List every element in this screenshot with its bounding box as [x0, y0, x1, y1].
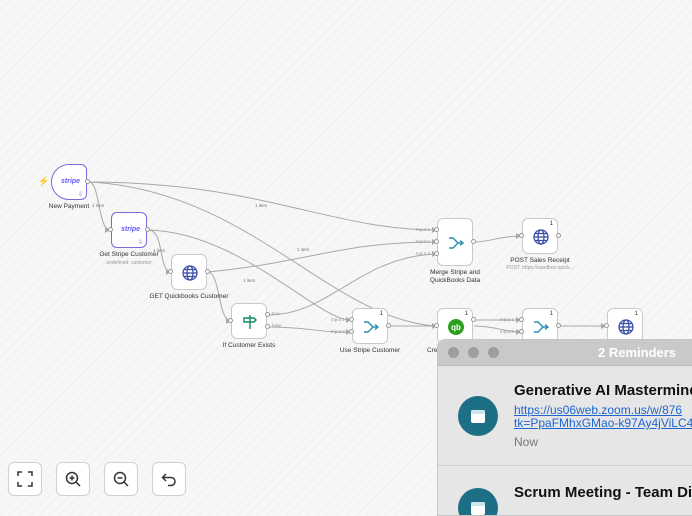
input-port[interactable]: [434, 251, 439, 256]
edge-label: 1 item: [297, 247, 310, 252]
output-port-true[interactable]: [265, 312, 270, 317]
signpost-icon: [243, 315, 257, 329]
true-branch-label: true: [272, 311, 280, 316]
pin-icon: ⇩: [78, 192, 84, 198]
input-label: Input 1: [500, 317, 514, 322]
input-port[interactable]: [168, 269, 173, 274]
fit-view-button[interactable]: [8, 462, 42, 496]
input-port[interactable]: [519, 317, 524, 322]
edge-label: 1 item: [255, 203, 268, 208]
input-label: Input 2: [416, 239, 430, 244]
node-label: Use Stripe Customer: [339, 347, 401, 354]
zoom-out-button[interactable]: [104, 462, 138, 496]
edge-getqb-merge: [207, 241, 438, 273]
node-label: POST Sales Receipt: [510, 257, 570, 264]
edge-label: 1 item: [243, 278, 256, 283]
calendar-icon: [458, 488, 498, 515]
node-label: Get Stripe Customer: [99, 251, 159, 258]
reminders-window[interactable]: 2 Reminders Generative AI Mastermind htt…: [437, 339, 692, 516]
input-port[interactable]: [108, 227, 113, 232]
node-label: If Customer Exists: [222, 342, 276, 349]
node-subtitle: undefined: customer: [106, 260, 152, 266]
item-count-badge: 1: [634, 311, 638, 317]
input-port[interactable]: [604, 323, 609, 328]
zoom-out-icon: [113, 471, 129, 487]
node-get-stripe-customer[interactable]: stripe ⇩: [111, 212, 147, 248]
edge-merge-post: [473, 235, 522, 243]
svg-text:qb: qb: [451, 323, 461, 332]
reminder-title: Generative AI Mastermind: [514, 382, 692, 399]
node-label: New Payment: [48, 203, 90, 210]
input-label: Input 1: [416, 227, 430, 232]
globe-icon: [533, 229, 549, 245]
stripe-logo-icon: stripe: [121, 226, 141, 233]
input-port[interactable]: [434, 239, 439, 244]
node-label: Merge Stripe and QuickBooks Data: [429, 269, 481, 284]
minimize-window-button[interactable]: [468, 347, 479, 358]
reminder-link-continued[interactable]: tk=PpaFMhxGMao-k97Ay4jViLC4: [514, 417, 692, 430]
input-label: Input 2: [331, 329, 345, 334]
input-label: Input 2: [500, 329, 514, 334]
stripe-logo-icon: stripe: [61, 178, 81, 185]
maximize-window-button[interactable]: [488, 347, 499, 358]
merge-icon: [364, 321, 380, 333]
node-merge-stripe-quickbooks[interactable]: [437, 218, 473, 266]
output-port[interactable]: [471, 239, 476, 244]
globe-icon: [618, 319, 634, 335]
close-window-button[interactable]: [448, 347, 459, 358]
edge-if-true: [267, 253, 438, 316]
input-port[interactable]: [349, 317, 354, 322]
input-label: Input 1: [331, 317, 345, 322]
node-label: GET Quickbooks Customer: [149, 293, 229, 300]
calendar-icon: [458, 396, 498, 436]
output-port[interactable]: [85, 179, 90, 184]
output-port[interactable]: [556, 323, 561, 328]
output-port[interactable]: [471, 317, 476, 322]
node-post-sales-receipt[interactable]: 1: [522, 218, 558, 254]
reminder-item[interactable]: Generative AI Mastermind https://us06web…: [438, 366, 692, 465]
input-port[interactable]: [434, 227, 439, 232]
merge-icon: [449, 237, 465, 249]
globe-icon: [182, 265, 198, 281]
reminder-item[interactable]: Scrum Meeting - Team Dia: [438, 466, 692, 515]
reminders-title-bar[interactable]: 2 Reminders: [438, 340, 692, 366]
merge-icon: [534, 321, 550, 333]
input-port[interactable]: [434, 323, 439, 328]
item-count-badge: 1: [549, 221, 553, 227]
reminder-time: Now: [514, 435, 539, 449]
fullscreen-icon: [17, 471, 33, 487]
input-port[interactable]: [228, 318, 233, 323]
undo-icon: [161, 473, 176, 487]
item-count-badge: 1: [379, 311, 383, 317]
output-port-false[interactable]: [265, 324, 270, 329]
input-port[interactable]: [519, 329, 524, 334]
output-port[interactable]: [145, 227, 150, 232]
input-port[interactable]: [349, 329, 354, 334]
input-port[interactable]: [519, 233, 524, 238]
node-use-stripe-customer[interactable]: 1: [352, 308, 388, 344]
node-if-customer-exists[interactable]: [231, 303, 267, 339]
item-count-badge: 1: [464, 311, 468, 317]
input-label: Input 3: [416, 251, 430, 256]
trigger-bolt-icon: ⚡: [38, 176, 50, 186]
zoom-in-icon: [65, 471, 81, 487]
item-count-badge: 1: [549, 311, 553, 317]
node-subtitle: POST: https://sandbox-quick...: [506, 265, 574, 271]
reminders-title: 2 Reminders: [598, 345, 677, 360]
output-port[interactable]: [205, 269, 210, 274]
quickbooks-icon: qb: [448, 319, 464, 335]
pin-icon: ⇩: [138, 240, 144, 246]
reminder-title: Scrum Meeting - Team Dia: [514, 484, 692, 501]
false-branch-label: false: [272, 323, 282, 328]
output-port[interactable]: [556, 233, 561, 238]
undo-button[interactable]: [152, 462, 186, 496]
output-port[interactable]: [386, 323, 391, 328]
node-get-quickbooks-customer[interactable]: [171, 254, 207, 290]
node-new-payment[interactable]: stripe ⇩: [51, 164, 87, 200]
zoom-in-button[interactable]: [56, 462, 90, 496]
